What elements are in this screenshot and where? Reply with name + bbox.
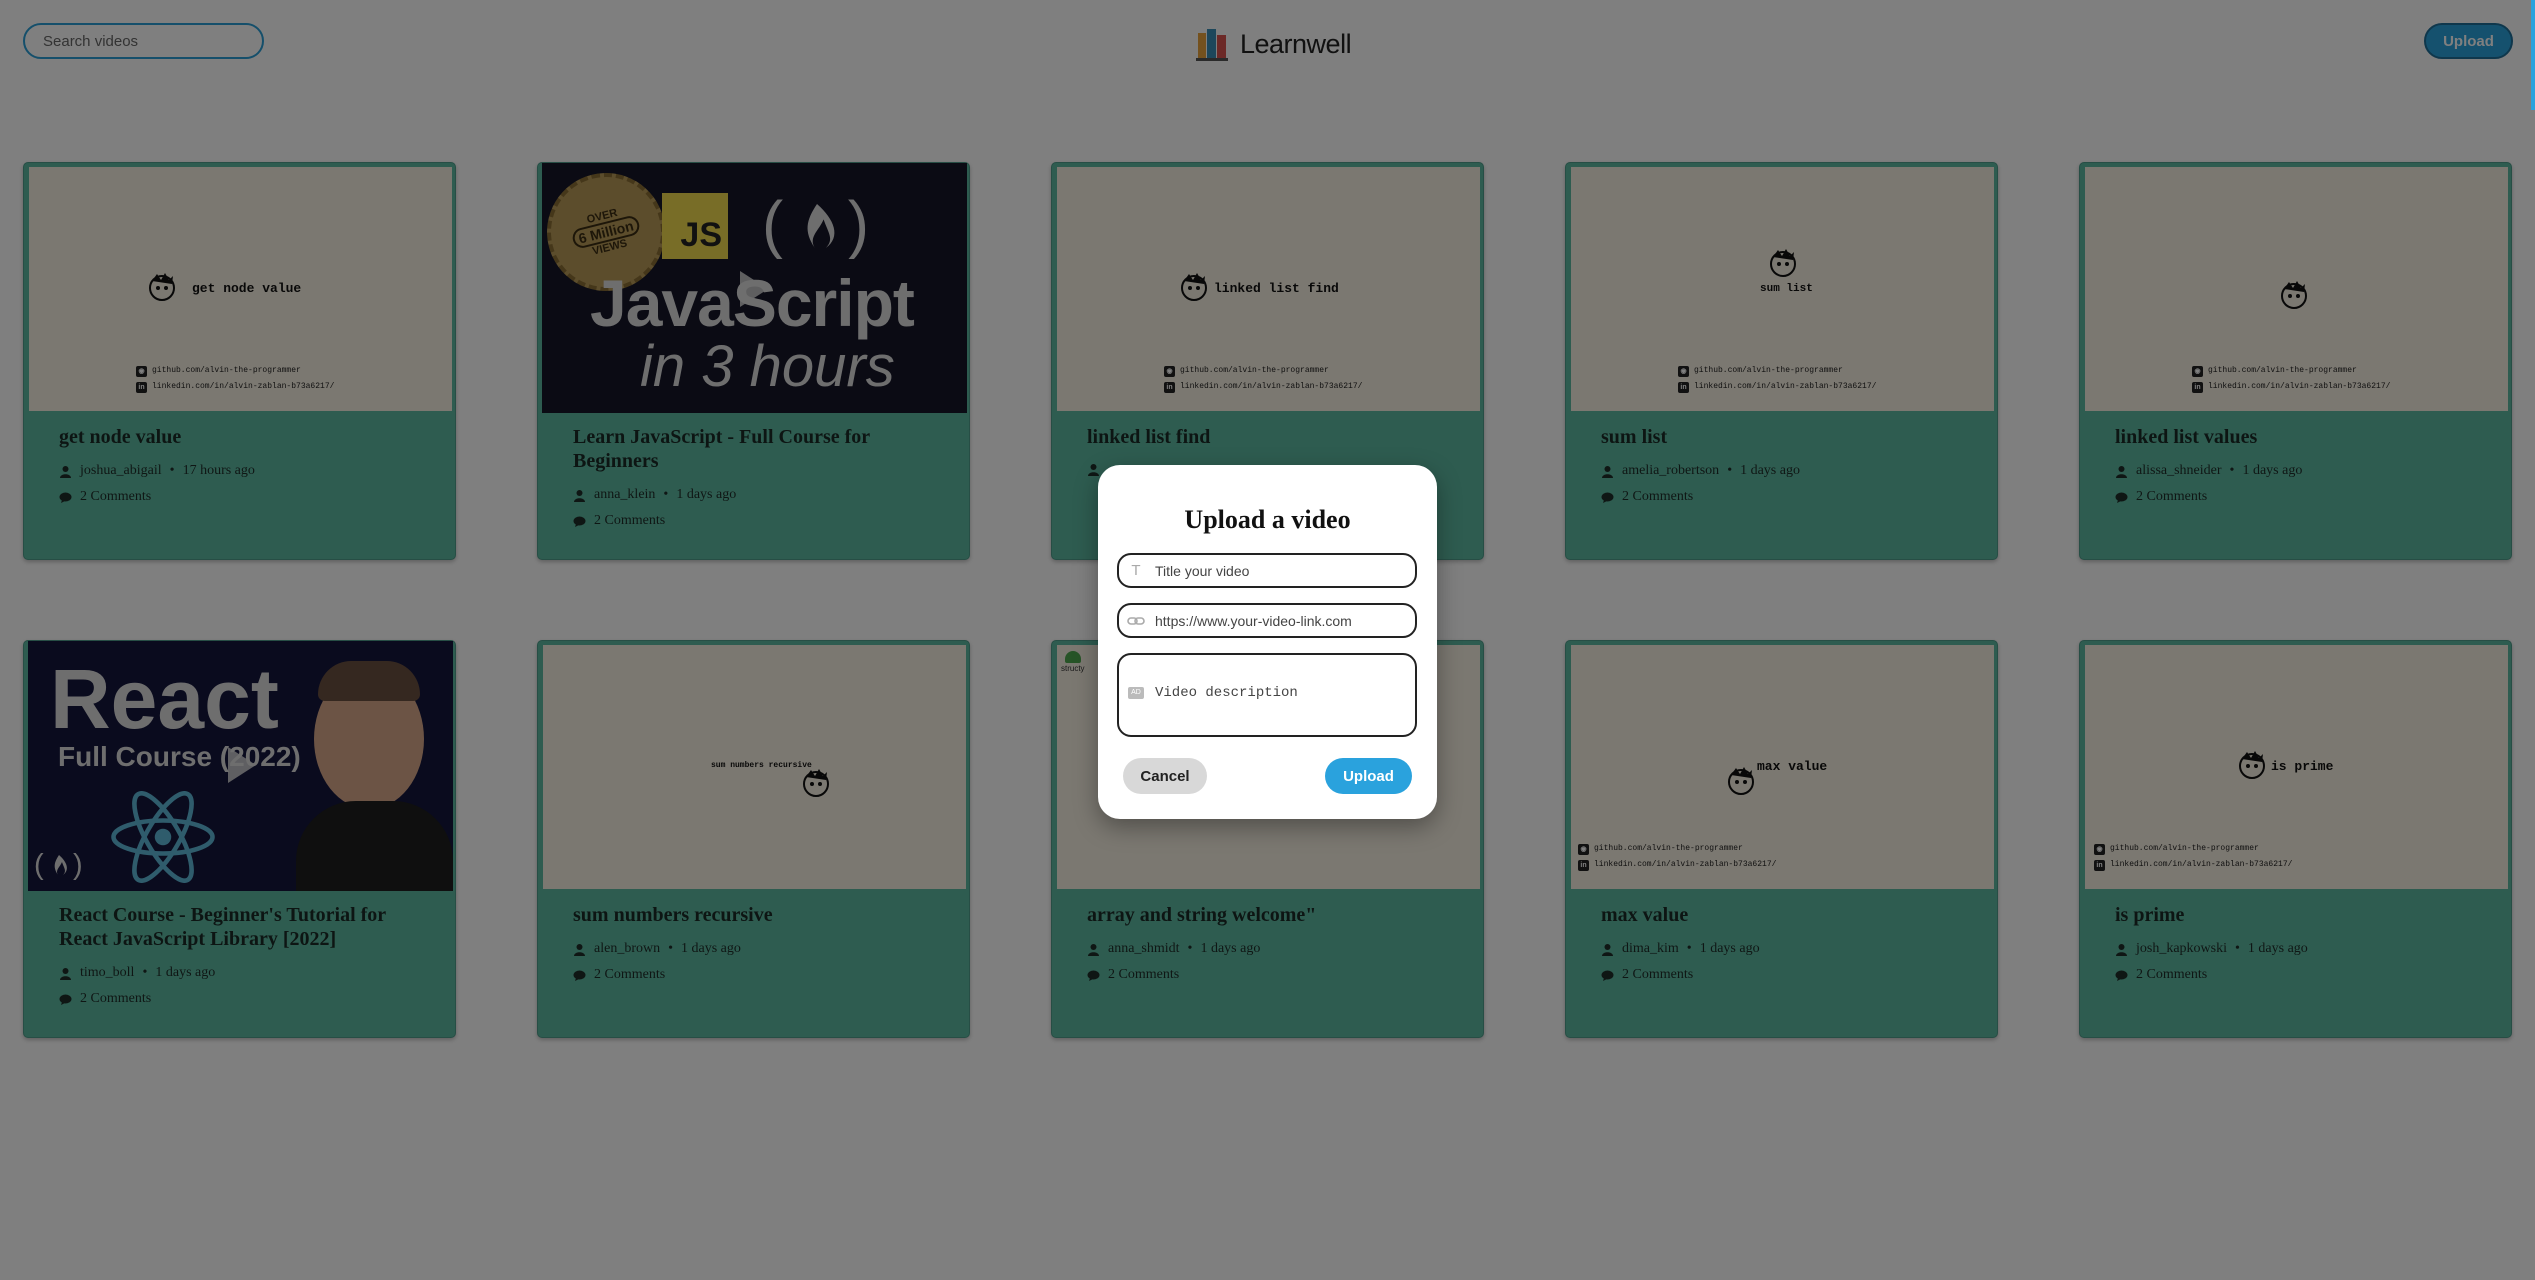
modal-title: Upload a video (1184, 505, 1351, 534)
title-field[interactable]: T (1117, 553, 1417, 588)
scrollbar-indicator[interactable] (2531, 0, 2535, 110)
title-input[interactable] (1153, 561, 1415, 580)
video-description-input[interactable] (1153, 683, 1415, 757)
description-field[interactable]: AD (1117, 653, 1417, 757)
link-icon (1119, 615, 1153, 627)
text-icon: T (1131, 562, 1141, 579)
description-icon: AD (1119, 687, 1153, 699)
modal-upload-button[interactable]: Upload (1325, 758, 1412, 794)
url-field[interactable] (1117, 603, 1417, 638)
cancel-button[interactable]: Cancel (1123, 758, 1207, 794)
upload-video-modal: Upload a video T AD Cancel Upload (1098, 465, 1437, 819)
video-url-input[interactable] (1153, 611, 1415, 630)
